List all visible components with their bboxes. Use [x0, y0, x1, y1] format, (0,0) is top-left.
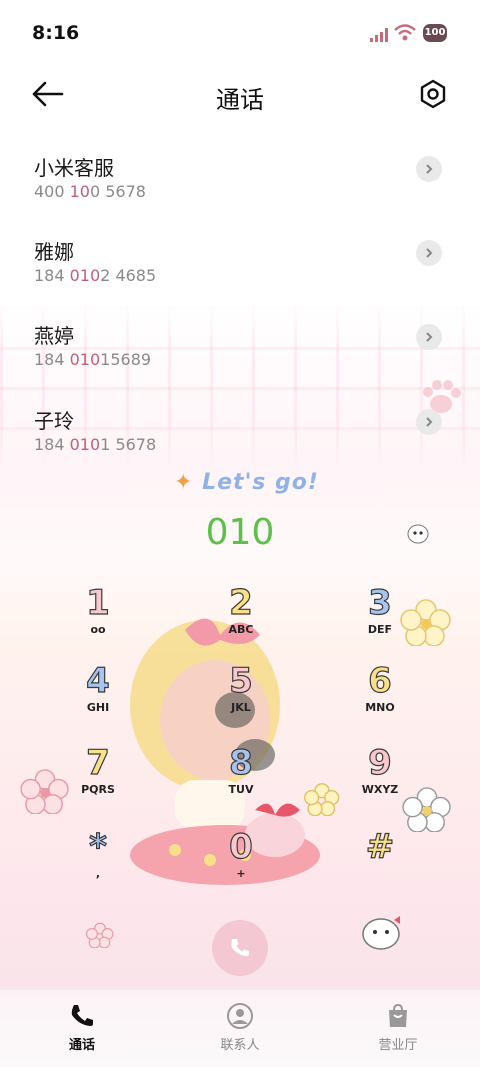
chevron-right-icon — [426, 164, 433, 174]
key-2[interactable]: 2 ABC — [191, 583, 291, 656]
page-title: 通话 — [216, 86, 264, 114]
signal-icon — [370, 28, 388, 42]
call-button[interactable] — [212, 920, 268, 976]
contact-number: 184 0101 5678 — [34, 435, 157, 454]
phone-icon — [231, 939, 249, 956]
dialer-input[interactable]: 010 — [0, 512, 480, 553]
contact-detail-button[interactable] — [416, 156, 442, 182]
key-0[interactable]: 0 + — [191, 827, 291, 900]
contact-detail-button[interactable] — [416, 240, 442, 266]
key-hash[interactable]: # — [330, 827, 430, 900]
phone-icon — [71, 1005, 93, 1026]
dog-decoration-icon — [362, 916, 400, 950]
bottom-navigation: 通话 联系人 营业厅 — [0, 990, 480, 1067]
key-7[interactable]: 7 PQRS — [48, 743, 148, 816]
key-9[interactable]: 9 WXYZ — [330, 743, 430, 816]
chevron-right-icon — [426, 417, 433, 427]
flower-decoration-icon — [86, 922, 114, 948]
wifi-icon — [394, 24, 416, 41]
key-6[interactable]: 6 MNO — [330, 661, 430, 734]
key-5[interactable]: 5 JKL — [191, 661, 291, 734]
nav-contacts[interactable]: 联系人 — [190, 990, 290, 1060]
chevron-right-icon — [426, 248, 433, 258]
contact-name: 子玲 — [34, 409, 74, 433]
key-star[interactable]: *, — [48, 827, 148, 900]
lets-go-banner: ✦ Let's go! — [174, 470, 319, 495]
key-8[interactable]: 8 TUV — [191, 743, 291, 816]
contact-number: 184 0102 4685 — [34, 266, 157, 285]
contact-number: 400 100 5678 — [34, 182, 146, 201]
status-time: 8:16 — [32, 22, 80, 44]
contact-name: 小米客服 — [34, 156, 114, 180]
chevron-right-icon — [426, 332, 433, 342]
bow-icon: ✦ — [174, 470, 194, 495]
status-bar: 8:16 100 — [0, 0, 480, 66]
key-3[interactable]: 3 DEF — [330, 583, 430, 656]
contact-number: 184 01015689 — [34, 350, 152, 369]
battery-indicator: 100 — [423, 24, 447, 42]
contact-item[interactable]: 雅娜 184 0102 4685 — [0, 236, 480, 316]
contact-item[interactable]: 燕婷 184 01015689 — [0, 320, 480, 400]
nav-calls[interactable]: 通话 — [32, 990, 132, 1060]
nav-store[interactable]: 营业厅 — [348, 990, 448, 1060]
contact-detail-button[interactable] — [416, 409, 442, 435]
settings-icon[interactable] — [417, 78, 449, 110]
shopping-bag-icon — [389, 1003, 407, 1027]
contact-name: 雅娜 — [34, 240, 74, 264]
key-4[interactable]: 4 GHI — [48, 661, 148, 734]
contacts-icon — [227, 1003, 253, 1029]
contact-item[interactable]: 小米客服 400 100 5678 — [0, 152, 480, 232]
key-1[interactable]: 1 ᴏᴏ — [48, 583, 148, 656]
contact-detail-button[interactable] — [416, 324, 442, 350]
contact-name: 燕婷 — [34, 324, 74, 348]
